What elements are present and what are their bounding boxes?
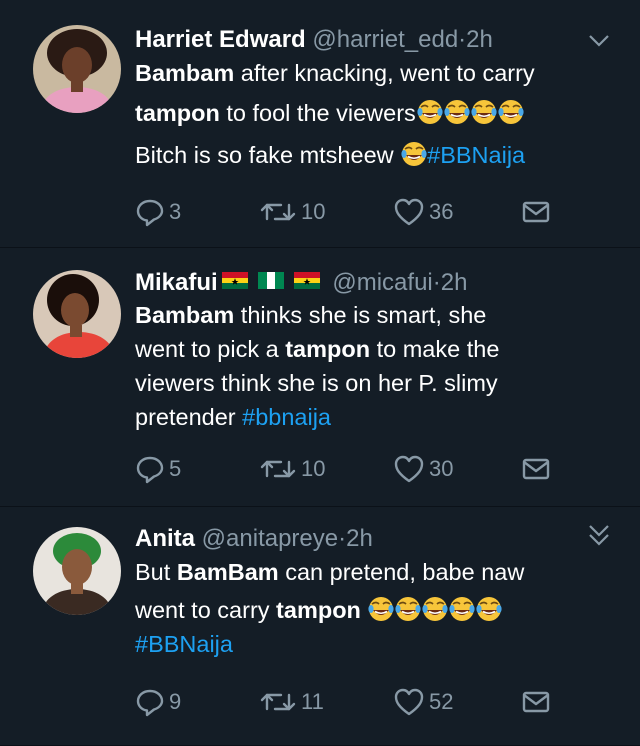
reply-icon xyxy=(136,689,164,717)
joy-emoji-icon xyxy=(448,596,475,622)
retweet-icon xyxy=(260,693,296,711)
joy-emoji-icon xyxy=(470,99,497,125)
reply-icon xyxy=(136,199,164,227)
chevron-down-icon[interactable] xyxy=(588,34,610,48)
like-button[interactable]: 36 xyxy=(393,196,453,228)
like-button[interactable]: 30 xyxy=(393,453,453,485)
display-name[interactable]: Anita xyxy=(135,525,195,552)
tweet-header: Mikafui @micafui·2h xyxy=(135,266,610,298)
text-span: after knacking, went to carry xyxy=(234,60,535,86)
hashtag-link[interactable]: #BBNaija xyxy=(427,142,525,168)
separator-dot: · xyxy=(432,269,441,296)
retweet-count: 10 xyxy=(301,456,326,481)
text-span: can pretend, babe naw xyxy=(278,559,525,585)
hashtag-link[interactable]: #BBNaija xyxy=(135,631,233,657)
text-span: Bitch is so fake mtsheew xyxy=(135,142,401,168)
bold-word: tampon xyxy=(276,597,361,623)
direct-message-button[interactable] xyxy=(521,453,551,485)
reply-count: 3 xyxy=(169,199,182,224)
chevron-down-icon[interactable] xyxy=(588,533,610,547)
joy-emoji-icon xyxy=(416,99,443,125)
joy-emoji-icon xyxy=(421,596,448,622)
envelope-icon xyxy=(522,458,550,480)
text-span: viewers think she is on her P. slimy xyxy=(135,370,498,396)
reply-count: 9 xyxy=(169,689,182,714)
joy-emoji-icon xyxy=(394,596,421,622)
display-name[interactable]: Mikafui xyxy=(135,269,218,296)
tweet[interactable]: Anita @anitapreye·2h But BamBam can pret… xyxy=(0,507,640,746)
avatar[interactable] xyxy=(33,25,121,113)
text-span: to fool the viewers xyxy=(219,100,416,126)
retweet-button[interactable]: 11 xyxy=(259,686,324,718)
retweet-button[interactable]: 10 xyxy=(259,453,325,485)
direct-message-button[interactable] xyxy=(521,196,551,228)
tweet[interactable]: Mikafui @micafui·2h Bambam thinks she is… xyxy=(0,248,640,537)
timestamp[interactable]: 2h xyxy=(441,269,468,296)
reply-icon xyxy=(136,456,164,484)
emoji-joy-group xyxy=(416,99,524,126)
envelope-icon xyxy=(522,201,550,223)
like-count: 30 xyxy=(429,456,454,481)
bold-word: Bambam xyxy=(135,60,235,86)
ghana-flag-icon xyxy=(293,266,320,289)
tweet-header: Harriet Edward @harriet_edd·2h xyxy=(135,24,610,56)
bold-word: tampon xyxy=(135,100,220,126)
tweet-actions: 5 10 30 xyxy=(135,453,610,485)
heart-icon xyxy=(394,455,424,483)
handle[interactable]: @harriet_edd xyxy=(312,26,458,53)
retweet-icon xyxy=(260,460,296,478)
text-span: to make the xyxy=(370,336,500,362)
heart-icon xyxy=(394,198,424,226)
text-span: thinks she is smart, she xyxy=(234,302,487,328)
emoji-joy-group xyxy=(367,596,502,623)
separator-dot: · xyxy=(338,525,347,552)
ghana-flag-icon xyxy=(221,266,248,289)
tweet-header: Anita @anitapreye·2h xyxy=(135,523,610,555)
text-span: went to pick a xyxy=(135,336,286,362)
handle[interactable]: @anitapreye xyxy=(202,525,338,552)
reply-button[interactable]: 3 xyxy=(135,196,181,228)
retweet-button[interactable]: 10 xyxy=(259,196,325,228)
tweet-actions: 3 10 36 xyxy=(135,196,610,228)
retweet-count: 11 xyxy=(301,689,324,714)
flag-group xyxy=(218,269,320,296)
hashtag-link[interactable]: #bbnaija xyxy=(242,404,331,430)
like-count: 52 xyxy=(429,689,454,714)
nigeria-flag-icon xyxy=(257,266,284,289)
reply-button[interactable]: 5 xyxy=(135,453,181,485)
like-button[interactable]: 52 xyxy=(393,686,453,718)
text-span: But xyxy=(135,559,177,585)
tweet[interactable]: Harriet Edward @harriet_edd·2h Bambam af… xyxy=(0,0,640,248)
separator-dot: · xyxy=(458,26,467,53)
tweet-text: Bambam after knacking, went to carry tam… xyxy=(135,56,610,172)
joy-emoji-icon xyxy=(401,141,428,167)
envelope-icon xyxy=(522,691,550,713)
tweet-text: But BamBam can pretend, babe naw went to… xyxy=(135,555,610,661)
reply-button[interactable]: 9 xyxy=(135,686,181,718)
display-name[interactable]: Harriet Edward xyxy=(135,26,306,53)
handle[interactable]: @micafui xyxy=(332,269,432,296)
joy-emoji-icon xyxy=(443,99,470,125)
tweet-text: Bambam thinks she is smart, she went to … xyxy=(135,298,610,434)
tweet-actions: 9 11 52 xyxy=(135,686,610,718)
text-span: went to carry xyxy=(135,597,277,623)
retweet-icon xyxy=(260,203,296,221)
joy-emoji-icon xyxy=(497,99,524,125)
like-count: 36 xyxy=(429,199,454,224)
reply-count: 5 xyxy=(169,456,182,481)
avatar[interactable] xyxy=(33,270,121,358)
bold-word: Bambam xyxy=(135,302,235,328)
heart-icon xyxy=(394,688,424,716)
joy-emoji-icon xyxy=(367,596,394,622)
timestamp[interactable]: 2h xyxy=(346,525,373,552)
bold-word: BamBam xyxy=(176,559,279,585)
joy-emoji-icon xyxy=(475,596,502,622)
avatar[interactable] xyxy=(33,527,121,615)
retweet-count: 10 xyxy=(301,199,326,224)
bold-word: tampon xyxy=(285,336,371,362)
timestamp[interactable]: 2h xyxy=(466,26,493,53)
text-span: pretender xyxy=(135,404,243,430)
direct-message-button[interactable] xyxy=(521,686,551,718)
